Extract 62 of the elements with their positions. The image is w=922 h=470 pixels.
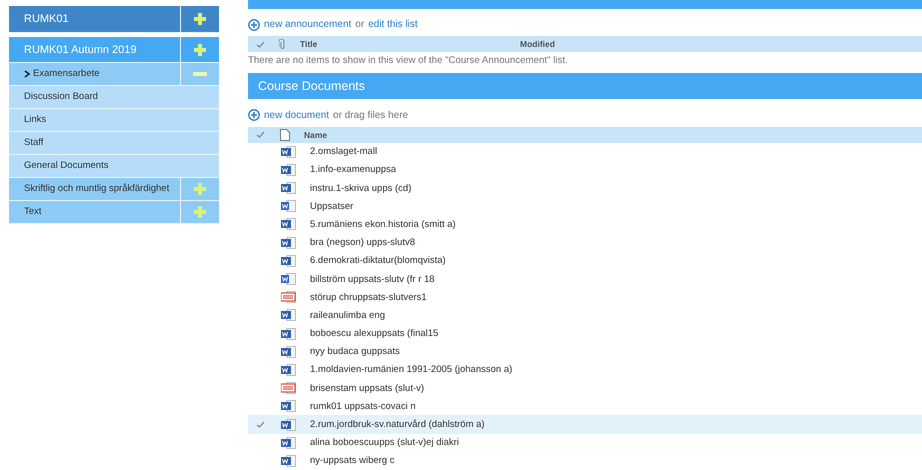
file-name[interactable]: brisenstam uppsats (slut-v) xyxy=(310,382,424,394)
document-row[interactable]: 1.info-examenuppsa xyxy=(248,160,922,179)
checkmark-icon[interactable] xyxy=(256,131,265,138)
file-name[interactable]: 5.rumäniens ekon.historia (smitt a) xyxy=(310,218,456,230)
plus-icon xyxy=(194,183,206,195)
document-row[interactable]: 5.rumäniens ekon.historia (smitt a) xyxy=(248,215,922,234)
file-name[interactable]: rumk01 uppsats-covaci n xyxy=(310,400,416,412)
document-row[interactable]: 2.omslaget-mall xyxy=(248,142,922,161)
file-name[interactable]: raileanulimba eng xyxy=(310,310,385,321)
nav-item[interactable]: Staff xyxy=(9,132,219,154)
plus-icon xyxy=(194,44,206,56)
file-name[interactable]: 6.demokrati-diktatur(blomqvista) xyxy=(310,255,446,266)
document-row[interactable]: instru.1-skriva upps (cd) xyxy=(248,178,922,198)
file-name[interactable]: ny-uppsats wiberg c xyxy=(310,455,394,466)
document-row[interactable]: raileanulimba eng xyxy=(248,306,922,324)
file-name[interactable]: störup chruppsats-slutvers1 xyxy=(310,292,427,303)
file-name[interactable]: 2.omslaget-mall xyxy=(310,146,378,158)
nav-item[interactable]: General Documents xyxy=(9,155,219,177)
file-name[interactable]: 1.moldavien-rumänien 1991-2005 (johansson a) xyxy=(310,364,512,376)
new-document-link[interactable]: new document xyxy=(264,110,330,120)
file-name[interactable]: nyy budaca guppsats xyxy=(310,346,400,358)
file-name[interactable]: boboescu alexuppsats (final15 xyxy=(310,328,438,340)
file-name[interactable]: 2.rum.jordbruk-sv.naturvård (dahlström a) xyxy=(310,419,485,430)
column-header[interactable]: Title xyxy=(300,39,520,50)
drag-hint: or drag files here xyxy=(333,110,408,120)
plus-icon xyxy=(194,13,206,25)
nav-item[interactable]: Discussion Board xyxy=(9,86,219,108)
plus-icon xyxy=(194,206,206,218)
document-row[interactable]: bra (negson) upps-slutv8 xyxy=(248,234,922,252)
document-row[interactable]: boboescu alexuppsats (final15 xyxy=(248,324,922,343)
document-row[interactable]: 2.rum.jordbruk-sv.naturvård (dahlström a) xyxy=(248,415,922,434)
document-row[interactable]: alina boboescuupps (slut-v)ej diakri xyxy=(248,434,922,452)
edit-list-link[interactable]: edit this list xyxy=(368,19,418,30)
add-icon[interactable] xyxy=(248,18,260,31)
document-row[interactable]: störup chruppsats-slutvers1 xyxy=(248,288,922,306)
minus-icon xyxy=(193,71,207,77)
file-name[interactable]: alina boboescuupps (slut-v)ej diakri xyxy=(310,437,459,448)
checkmark-icon[interactable] xyxy=(256,421,265,428)
file-name[interactable]: bra (negson) upps-slutv8 xyxy=(310,237,416,248)
document-row[interactable]: billström uppsats-slutv (fr r 18 xyxy=(248,270,922,288)
document-row[interactable]: brisenstam uppsats (slut-v) xyxy=(248,379,922,398)
document-icon xyxy=(280,128,290,141)
column-header[interactable]: Name xyxy=(304,130,328,140)
file-name[interactable]: Uppsatser xyxy=(310,200,354,212)
document-row[interactable]: ny-uppsats wiberg c xyxy=(248,452,922,470)
file-name[interactable]: billström uppsats-slutv (fr r 18 xyxy=(310,274,435,285)
nav-item[interactable]: Links xyxy=(9,109,219,131)
file-name[interactable]: instru.1-skriva upps (cd) xyxy=(310,182,412,194)
document-row[interactable]: rumk01 uppsats-covaci n xyxy=(248,397,922,416)
document-row[interactable]: 1.moldavien-rumänien 1991-2005 (johansson a) xyxy=(248,360,922,380)
paperclip-icon xyxy=(279,38,286,50)
section-title: Course Documents xyxy=(248,73,922,100)
document-row[interactable]: nyy budaca guppsats xyxy=(248,342,922,361)
file-name[interactable]: 1.info-examenuppsa xyxy=(310,164,396,176)
new-announcement-link[interactable]: new announcement xyxy=(264,19,352,30)
document-row[interactable]: Uppsatser xyxy=(248,197,922,216)
column-header[interactable]: Modified xyxy=(520,39,555,50)
empty-list-message: There are no items to show in this view of the "Course Announcement" list. xyxy=(248,55,569,68)
checkmark-icon[interactable] xyxy=(256,40,265,48)
document-row[interactable]: 6.demokrati-diktatur(blomqvista) xyxy=(248,252,922,270)
add-icon[interactable] xyxy=(248,109,260,121)
or-text: or xyxy=(355,19,364,30)
